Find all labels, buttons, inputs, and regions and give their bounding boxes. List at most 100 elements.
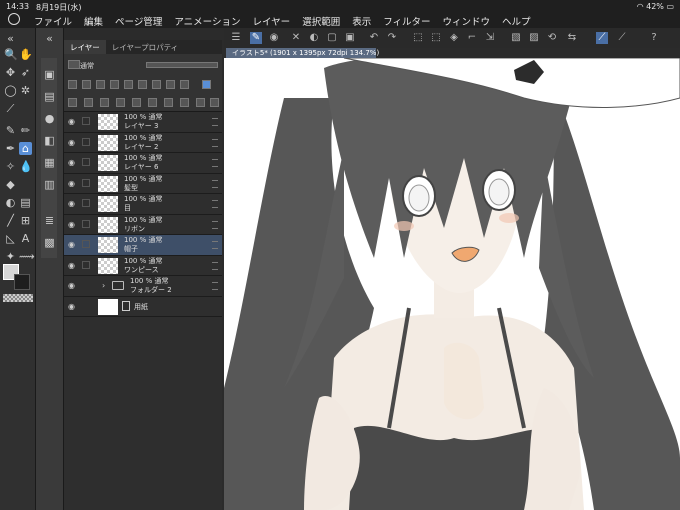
transfer-icon[interactable]: [116, 98, 125, 107]
decoration-icon[interactable]: ✧: [4, 160, 17, 173]
pen-tool-icon[interactable]: ✎: [250, 32, 262, 44]
combine-icon[interactable]: [148, 98, 157, 107]
eye-icon[interactable]: ◉: [67, 281, 76, 290]
eye-icon[interactable]: ◉: [67, 199, 76, 208]
brush-stroke-icon[interactable]: ⟋: [596, 32, 608, 44]
copy-icon[interactable]: ▢: [326, 32, 338, 44]
move-icon[interactable]: ✥: [4, 66, 17, 79]
redo-icon[interactable]: ↷: [386, 32, 398, 44]
eye-icon[interactable]: ◉: [67, 240, 76, 249]
layer-row[interactable]: ◉ 100 % 通常目: [64, 194, 222, 215]
grid-icon[interactable]: [166, 80, 175, 89]
deselect-icon[interactable]: ⬚: [430, 32, 442, 44]
eye-icon[interactable]: ◉: [67, 261, 76, 270]
color-icon[interactable]: ◧: [43, 134, 56, 147]
merge-icon[interactable]: [132, 98, 141, 107]
layer-row[interactable]: ◉ 100 % 通常 レイヤー 3: [64, 112, 222, 133]
menu-page[interactable]: ページ管理: [115, 14, 162, 28]
tab-layer-property[interactable]: レイヤープロパティ: [106, 40, 184, 54]
undo-icon[interactable]: ↶: [368, 32, 380, 44]
reference-icon[interactable]: [82, 80, 91, 89]
property-icon[interactable]: ▤: [43, 90, 56, 103]
eye-icon[interactable]: ◉: [67, 158, 76, 167]
mask-add-icon[interactable]: [180, 98, 189, 107]
gradient-icon[interactable]: ▤: [19, 196, 32, 209]
lock-icon[interactable]: [110, 80, 119, 89]
airbrush-stroke-icon[interactable]: ⟋: [616, 32, 628, 44]
settings-icon[interactable]: [196, 98, 205, 107]
fill-icon[interactable]: ◐: [4, 196, 17, 209]
paste-icon[interactable]: ▣: [344, 32, 356, 44]
menu-edit[interactable]: 編集: [84, 14, 103, 28]
ruler-icon[interactable]: ◺: [4, 232, 17, 245]
blend-mode[interactable]: 通常: [80, 61, 94, 71]
brush-size-icon[interactable]: ●: [43, 112, 56, 125]
canvas-tab[interactable]: イラスト5* (1901 x 1395px 72dpi 134.7%): [226, 48, 379, 58]
fill-icon[interactable]: ◐: [308, 32, 320, 44]
tab-layer[interactable]: レイヤー: [64, 40, 106, 54]
menu-file[interactable]: ファイル: [34, 14, 72, 28]
color-mode-icon[interactable]: [202, 80, 211, 89]
layer-row[interactable]: ◉ 100 % 通常 レイヤー 2: [64, 132, 222, 153]
palette-icon[interactable]: [180, 80, 189, 89]
clip-icon[interactable]: [68, 80, 77, 89]
app-logo-icon[interactable]: [8, 13, 20, 25]
menu-selection[interactable]: 選択範囲: [302, 14, 340, 28]
eye-icon[interactable]: ◉: [67, 302, 76, 311]
eye-icon[interactable]: ◉: [67, 220, 76, 229]
drag-handle-icon[interactable]: [212, 220, 218, 229]
menu-layer[interactable]: レイヤー: [252, 14, 290, 28]
checkbox[interactable]: [82, 137, 90, 146]
menu-view[interactable]: 表示: [352, 14, 371, 28]
material-icon[interactable]: ▩: [43, 236, 56, 249]
text-icon[interactable]: A: [19, 232, 32, 245]
layer-row[interactable]: ◉ 100 % 通常 髪型: [64, 173, 222, 194]
zoom-icon[interactable]: 🔍: [4, 48, 18, 61]
pen-icon[interactable]: ✎: [4, 124, 17, 137]
checkbox[interactable]: [82, 158, 90, 166]
hand-icon[interactable]: ✋: [19, 48, 33, 61]
drag-handle-icon[interactable]: [212, 241, 218, 249]
menu-window[interactable]: ウィンドウ: [443, 14, 491, 28]
layer-panel-icon[interactable]: ≣: [43, 214, 56, 227]
history-icon[interactable]: ▥: [43, 178, 56, 191]
clear-icon[interactable]: ✕: [290, 32, 302, 44]
duplicate-icon[interactable]: [164, 98, 173, 107]
drag-handle-icon[interactable]: [212, 200, 218, 208]
help-icon[interactable]: ?: [648, 32, 660, 44]
brush-icon[interactable]: ✒: [4, 142, 17, 155]
menu-filter[interactable]: フィルター: [383, 14, 430, 28]
drag-handle-icon[interactable]: [212, 261, 218, 270]
scale-icon[interactable]: ⇲: [484, 32, 496, 44]
trash-icon[interactable]: [210, 98, 219, 107]
eye-icon[interactable]: ◉: [67, 117, 76, 126]
correct-line-icon[interactable]: ⟿: [19, 250, 35, 263]
layer-row-selected[interactable]: ◉ 100 % 通常 帽子: [64, 235, 222, 256]
checkbox[interactable]: [82, 178, 90, 187]
collapse-icon[interactable]: «: [4, 32, 17, 45]
layer-row[interactable]: ◉ 100 % 通常 ワンピース: [64, 255, 222, 276]
figure-icon[interactable]: ╱: [4, 214, 17, 227]
drag-handle-icon[interactable]: [212, 118, 218, 126]
flip-icon[interactable]: ⇆: [566, 32, 578, 44]
airbrush-icon[interactable]: ⌂: [19, 142, 32, 155]
drag-handle-icon[interactable]: [212, 282, 218, 290]
layer-row-folder[interactable]: ◉ › 100 % 通常 フォルダー 2: [64, 276, 222, 297]
wand-icon[interactable]: ✲: [19, 84, 32, 97]
subtool-icon[interactable]: ▣: [43, 68, 56, 81]
balloon-icon[interactable]: ✦: [4, 250, 17, 263]
canvas[interactable]: [224, 58, 680, 510]
stroke-selection-icon[interactable]: ▨: [528, 32, 540, 44]
new-vector-icon[interactable]: [84, 98, 93, 107]
menu-help[interactable]: ヘルプ: [502, 14, 531, 28]
checkbox[interactable]: [82, 199, 90, 207]
select-all-icon[interactable]: ⬚: [412, 32, 424, 44]
fill-selection-icon[interactable]: ▧: [510, 32, 522, 44]
operation-icon[interactable]: ➶: [19, 66, 32, 79]
menu-icon[interactable]: ☰: [230, 32, 242, 44]
checkbox[interactable]: [82, 240, 90, 248]
crop-icon[interactable]: ⌐: [466, 32, 478, 44]
checkbox[interactable]: [82, 260, 90, 269]
blend-icon[interactable]: 💧: [19, 160, 33, 173]
layer-row[interactable]: ◉ 100 % 通常 リボン: [64, 214, 222, 235]
